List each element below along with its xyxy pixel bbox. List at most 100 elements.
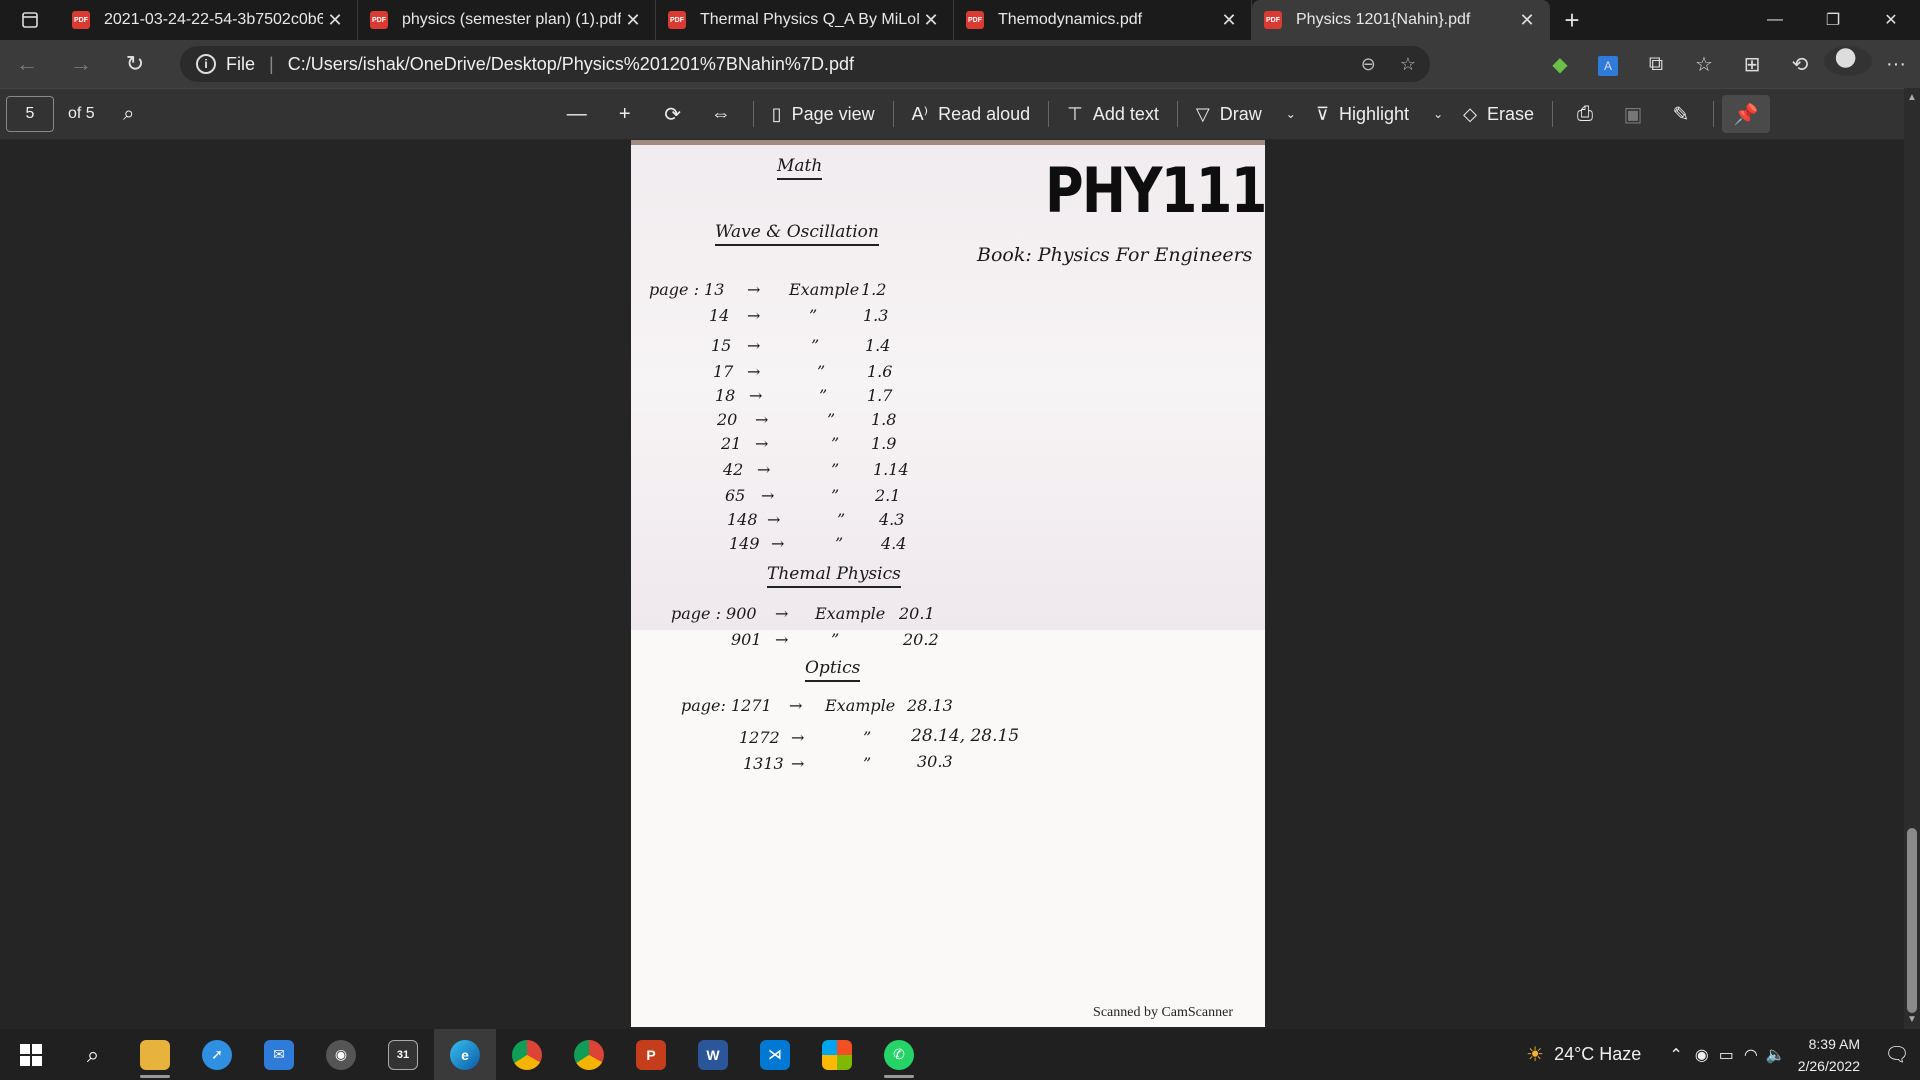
- whatsapp-button[interactable]: ✆: [868, 1029, 930, 1080]
- zoom-icon[interactable]: ⊖: [1361, 54, 1376, 75]
- weather-text[interactable]: 24°C Haze: [1554, 1044, 1641, 1065]
- info-icon[interactable]: i: [196, 54, 216, 74]
- edge-button[interactable]: e: [434, 1029, 496, 1080]
- fit-to-width-icon[interactable]: ⇔: [697, 88, 745, 140]
- tab-4-active[interactable]: PDF Physics 1201{Nahin}.pdf ✕: [1252, 0, 1550, 40]
- volume-icon[interactable]: 🔈: [1766, 1045, 1786, 1065]
- list-item-page: 148: [727, 510, 758, 529]
- add-text-button[interactable]: ⊤ Add text: [1057, 88, 1169, 140]
- back-button[interactable]: ←: [0, 40, 54, 88]
- divider: [1713, 101, 1714, 127]
- recording-icon[interactable]: ◉: [1695, 1045, 1709, 1065]
- tab-0[interactable]: PDF 2021-03-24-22-54-3b7502c0b6e ✕: [60, 0, 358, 40]
- page-number-input[interactable]: 5: [6, 96, 54, 132]
- scrollbar-thumb[interactable]: [1907, 828, 1917, 1013]
- zoom-out-icon[interactable]: —: [553, 88, 601, 140]
- tab-3[interactable]: PDF Themodynamics.pdf ✕: [954, 0, 1252, 40]
- highlight-button[interactable]: ⊽ Highlight ⌄: [1306, 88, 1453, 140]
- close-tab-icon[interactable]: ✕: [1515, 10, 1539, 31]
- tab-title: Themodynamics.pdf: [998, 11, 1143, 28]
- word-button[interactable]: W: [682, 1029, 744, 1080]
- refresh-button[interactable]: ↻: [108, 40, 162, 88]
- battery-icon[interactable]: ▭: [1719, 1045, 1734, 1065]
- scroll-down-icon[interactable]: ▼: [1907, 1014, 1917, 1025]
- read-aloud-button[interactable]: A⁾ Read aloud: [902, 88, 1041, 140]
- weather-icon[interactable]: ☀: [1526, 1042, 1544, 1067]
- minimize-icon[interactable]: —: [1746, 0, 1804, 40]
- vscode-button[interactable]: ⋊: [744, 1029, 806, 1080]
- pdf-viewer[interactable]: Math PHY111 Wave & Oscillation Book: Phy…: [0, 140, 1904, 1029]
- page-view-icon: ▯: [771, 103, 782, 124]
- calendar-app-button[interactable]: 31: [372, 1029, 434, 1080]
- add-text-label: Add text: [1092, 103, 1159, 124]
- close-tab-icon[interactable]: ✕: [919, 10, 943, 31]
- app-button[interactable]: [806, 1029, 868, 1080]
- tab-actions-icon: [22, 12, 38, 28]
- compass-icon: ➚: [202, 1039, 232, 1070]
- list-item-example: 1.7: [867, 386, 893, 405]
- arrow: →: [755, 434, 769, 453]
- wifi-icon[interactable]: ◠: [1744, 1045, 1758, 1065]
- save-as-icon[interactable]: ✎: [1657, 88, 1705, 140]
- translate-icon[interactable]: A: [1584, 53, 1632, 76]
- start-button[interactable]: [0, 1029, 62, 1080]
- show-hidden-icons-icon[interactable]: ⌃: [1669, 1045, 1682, 1065]
- app-button[interactable]: ◉: [310, 1029, 372, 1080]
- profile-avatar[interactable]: [1824, 46, 1872, 82]
- draw-button[interactable]: ▽ Draw ⌄: [1186, 88, 1306, 140]
- folder-icon: [140, 1039, 170, 1070]
- powerpoint-button[interactable]: P: [620, 1029, 682, 1080]
- more-menu-icon[interactable]: ···: [1872, 53, 1920, 76]
- divider: [752, 101, 754, 127]
- app-button[interactable]: ➚: [186, 1029, 248, 1080]
- erase-button[interactable]: ◇ Erase: [1453, 88, 1544, 140]
- list-item-label: Example: [789, 280, 860, 299]
- chevron-down-icon[interactable]: ⌄: [1286, 107, 1296, 121]
- close-tab-icon[interactable]: ✕: [1217, 10, 1241, 31]
- clock[interactable]: 8:39 AM 2/26/2022: [1798, 1033, 1860, 1077]
- arrow: →: [747, 306, 761, 325]
- tab-1[interactable]: PDF physics (semester plan) (1).pdf ✕: [358, 0, 656, 40]
- page-view-button[interactable]: ▯ Page view: [762, 88, 885, 140]
- mail-button[interactable]: ✉: [248, 1029, 310, 1080]
- search-button[interactable]: ⌕: [62, 1029, 124, 1080]
- new-tab-button[interactable]: +: [1550, 5, 1594, 36]
- collections-icon[interactable]: ⊞: [1728, 52, 1776, 77]
- list-item-example: 1.2: [861, 280, 887, 299]
- divider: |: [269, 53, 274, 74]
- scroll-up-icon[interactable]: ▲: [1907, 92, 1917, 103]
- chevron-down-icon[interactable]: ⌄: [1433, 107, 1443, 121]
- extension-icon[interactable]: ◆: [1536, 52, 1584, 77]
- favorites-icon[interactable]: ☆: [1680, 52, 1728, 77]
- forward-button[interactable]: →: [54, 40, 108, 88]
- add-favorite-icon[interactable]: ☆: [1400, 54, 1416, 75]
- tab-2[interactable]: PDF Thermal Physics Q_A By MiLoN.p ✕: [656, 0, 954, 40]
- chrome-profile-button[interactable]: [558, 1029, 620, 1080]
- scanner-watermark: Scanned by CamScanner: [1093, 1005, 1233, 1020]
- zoom-in-icon[interactable]: +: [601, 88, 649, 140]
- find-icon[interactable]: ⌕: [105, 88, 153, 140]
- list-item-example: 1.9: [871, 434, 897, 453]
- extensions-icon[interactable]: ⧉: [1632, 53, 1680, 76]
- pin-toolbar-icon[interactable]: 📌: [1722, 95, 1770, 133]
- list-item-label: ”: [817, 362, 826, 381]
- history-icon[interactable]: ⟲: [1776, 52, 1824, 77]
- divider: [892, 101, 894, 127]
- read-aloud-label: Read aloud: [938, 103, 1031, 124]
- close-tab-icon[interactable]: ✕: [323, 10, 347, 31]
- print-icon[interactable]: ⎙: [1561, 88, 1609, 140]
- close-tab-icon[interactable]: ✕: [621, 10, 645, 31]
- list-item-label: ”: [809, 306, 818, 325]
- url-field[interactable]: i File | C:/Users/ishak/OneDrive/Desktop…: [180, 46, 1430, 82]
- chrome-button[interactable]: [496, 1029, 558, 1080]
- list-item-example: 1.6: [867, 362, 893, 381]
- list-item-label: ”: [835, 534, 844, 553]
- vertical-scrollbar[interactable]: ▲ ▼: [1904, 88, 1920, 1029]
- close-window-icon[interactable]: ✕: [1862, 0, 1920, 40]
- file-explorer-button[interactable]: [124, 1029, 186, 1080]
- save-icon[interactable]: ▣: [1609, 88, 1657, 140]
- tab-actions-button[interactable]: [0, 0, 60, 40]
- restore-icon[interactable]: ❐: [1804, 0, 1862, 40]
- rotate-icon[interactable]: ⟳: [649, 88, 697, 140]
- notifications-icon[interactable]: 🗨: [1874, 1042, 1920, 1067]
